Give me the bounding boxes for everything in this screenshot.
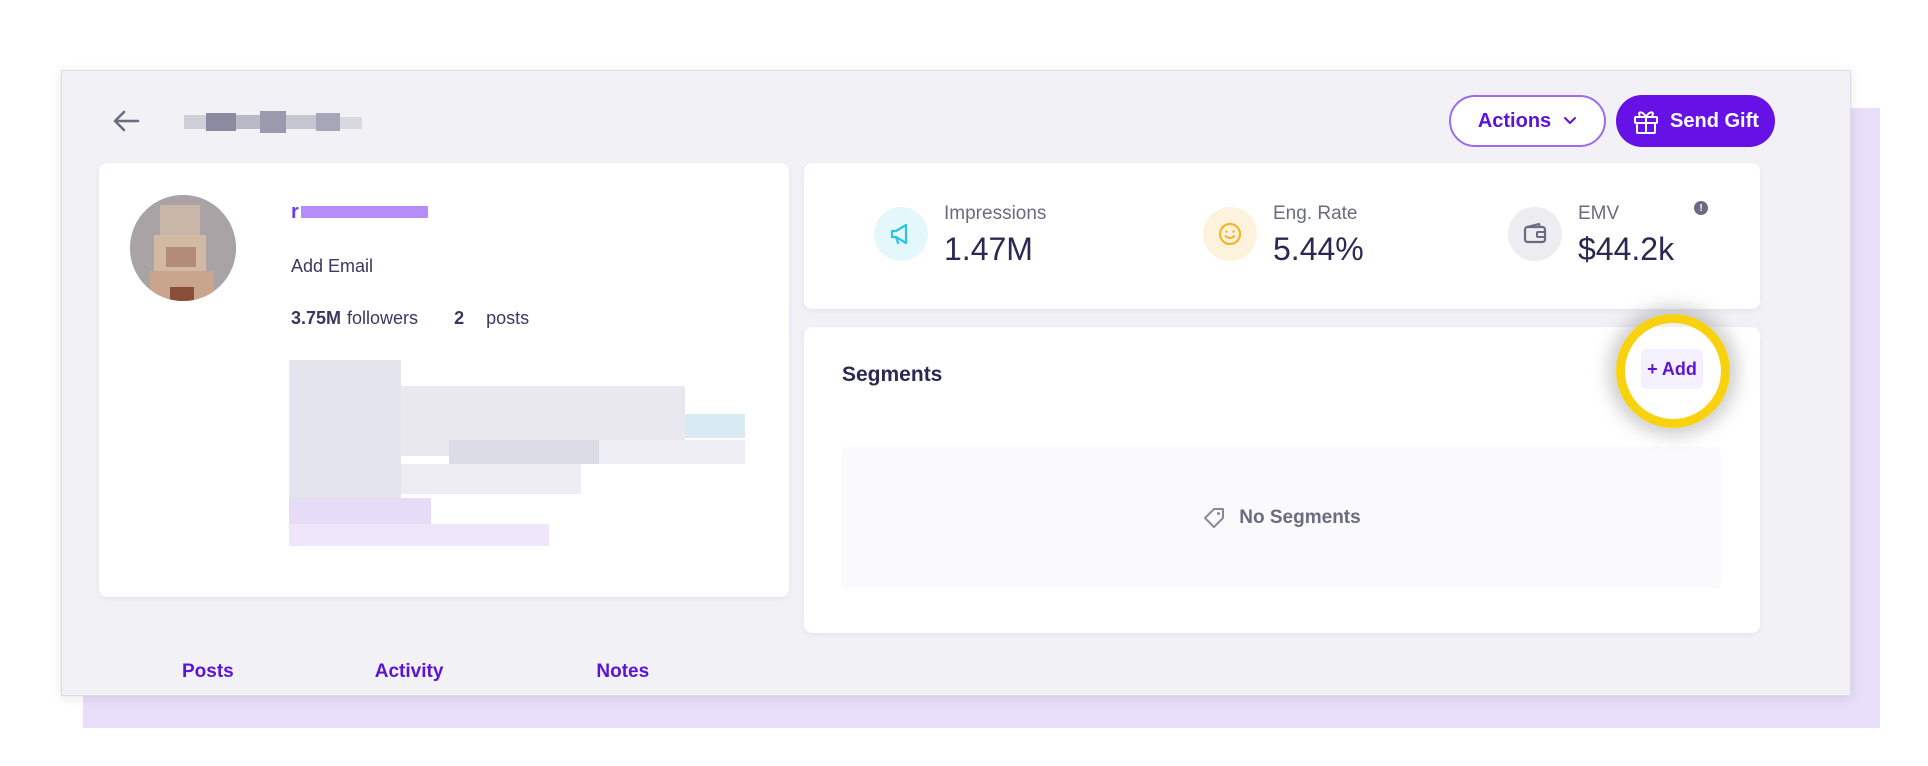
followers-count: 3.75M [291,308,342,328]
add-segment-button[interactable]: + Add [1641,349,1703,389]
metric-label: Eng. Rate [1273,203,1358,224]
profile-tabs: Posts Activity Notes [180,661,649,683]
follower-stats: 3.75M followers 2 posts [291,308,529,329]
tab-activity[interactable]: Activity [375,661,444,683]
smiley-icon [1203,207,1257,261]
metrics-card: Impressions 1.47M Eng. Rate 5.44% EMV $4… [804,163,1760,309]
arrow-left-icon [113,110,140,132]
tab-posts[interactable]: Posts [182,661,234,683]
add-email-link[interactable]: Add Email [291,256,373,277]
gift-icon [1634,111,1659,134]
metric-label: Impressions [944,203,1047,224]
followers-label: followers [347,308,419,328]
profile-handle-redacted [184,109,364,135]
segments-empty-state: No Segments [841,447,1721,589]
bio-redacted [289,360,745,546]
segments-title: Segments [842,363,943,386]
profile-window: Actions Send Gift r Add Email 3.75M foll… [61,70,1851,696]
send-gift-label: Send Gift [1670,109,1759,132]
megaphone-icon [874,207,928,261]
no-segments-label: No Segments [1239,507,1361,528]
send-gift-button[interactable]: Send Gift [1616,95,1775,147]
metric-eng-rate: Eng. Rate 5.44% [1203,203,1364,271]
chevron-down-icon [1564,117,1577,125]
profile-card: r Add Email 3.75M followers 2 posts [99,163,789,597]
segments-card: Segments + Add No Segments [804,314,1760,633]
tag-icon [1204,508,1225,528]
metric-impressions: Impressions 1.47M [874,203,1046,271]
metric-label: EMV [1578,203,1620,224]
posts-count: 2 [454,308,465,328]
info-icon[interactable]: ! [1694,201,1708,215]
metric-emv: EMV $44.2k [1508,203,1674,271]
profile-name-redacted: r [291,201,431,223]
metric-value: 1.47M [944,231,1033,267]
posts-label: posts [486,308,530,328]
metric-value: 5.44% [1273,231,1364,267]
tab-notes[interactable]: Notes [596,661,649,683]
avatar [130,195,236,301]
back-button[interactable] [110,105,142,137]
wallet-icon [1508,207,1562,261]
actions-dropdown-button[interactable]: Actions [1449,95,1606,147]
actions-label: Actions [1477,109,1552,132]
metric-value: $44.2k [1578,231,1675,267]
